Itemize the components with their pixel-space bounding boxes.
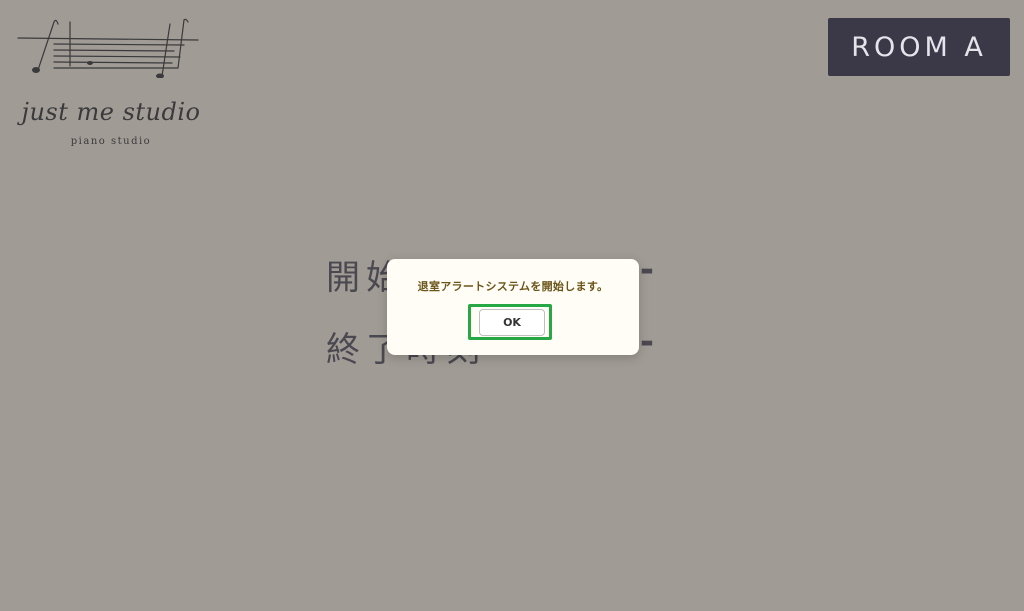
ok-button[interactable]: OK <box>479 309 545 336</box>
studio-logo: just me studio piano studio <box>14 16 204 147</box>
alert-dialog: 退室アラートシステムを開始します。 OK <box>387 259 639 355</box>
music-staff-icon <box>17 18 199 78</box>
room-badge: ROOM A <box>828 18 1010 76</box>
logo-name: just me studio <box>21 98 201 126</box>
logo-subtitle: piano studio <box>70 136 152 147</box>
dialog-message: 退室アラートシステムを開始します。 <box>417 280 609 293</box>
